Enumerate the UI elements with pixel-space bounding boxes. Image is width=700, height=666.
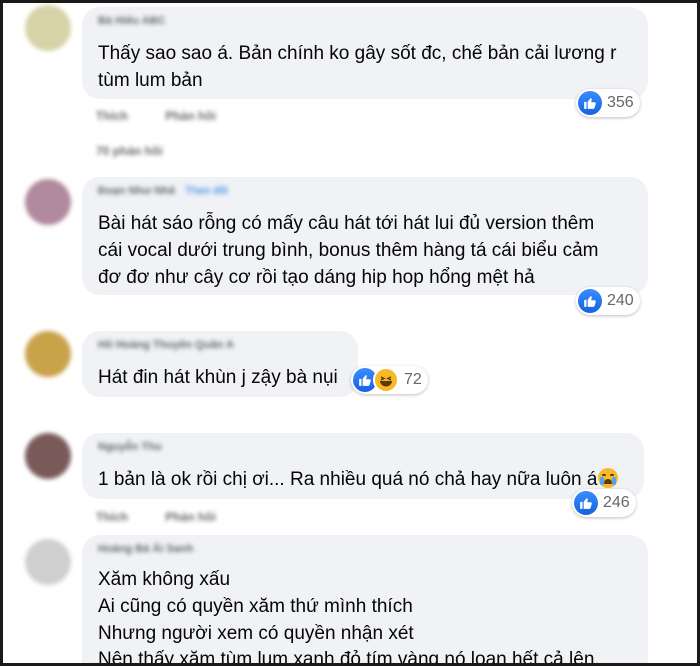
comment-bubble: Hoàng Bá Ái Sanh Xăm không xấu Ai cũng c…: [82, 535, 648, 666]
comment-author[interactable]: Bà Hiếu ABC: [98, 15, 165, 27]
comment-text-line: 1 bản là ok rồi chị ơi... Ra nhiều quá n…: [98, 467, 619, 493]
reaction-summary[interactable]: 356: [576, 89, 640, 117]
like-button[interactable]: Thích: [96, 109, 128, 123]
comment-actions: Thích Phản hồi: [96, 510, 250, 524]
like-icon: [578, 289, 602, 313]
comment-text-line: Hát đin hát khùn j zậy bà nụi: [98, 367, 338, 388]
reply-button[interactable]: Phản hồi: [165, 109, 216, 123]
reaction-summary[interactable]: 240: [576, 287, 640, 315]
comment-text: 1 bản là ok rồi chị ơi... Ra nhiều quá n…: [98, 469, 598, 490]
comment-thread: Bà Hiếu ABC Thấy sao sao á. Bản chính ko…: [0, 0, 700, 666]
reaction-summary[interactable]: 72: [351, 366, 428, 394]
comment-text-line: Bài hát sáo rỗng có mấy câu hát tới hát …: [98, 213, 595, 234]
like-icon: [578, 91, 602, 115]
reaction-count: 356: [607, 94, 634, 111]
comment-text-line: cái vocal dưới trung bình, bonus thêm hà…: [98, 240, 599, 261]
haha-icon: [373, 367, 399, 393]
comment-author[interactable]: Hồ Hoàng Thuyên Quân A: [98, 339, 234, 351]
like-button[interactable]: Thích: [96, 510, 128, 524]
comment-actions: Thích Phản hồi: [96, 109, 250, 123]
reaction-summary[interactable]: 246: [572, 489, 636, 517]
avatar[interactable]: [25, 179, 71, 225]
comment-text-line: Nhưng người xem có quyền nhận xét: [98, 623, 414, 644]
follow-link[interactable]: Theo dõi: [185, 185, 228, 197]
comment-text-line: Thấy sao sao á. Bản chính ko gây sốt đc,…: [98, 43, 617, 64]
comment-bubble: Nguyễn Thu 1 bản là ok rồi chị ơi... Ra …: [82, 433, 644, 499]
comment-text-line: Xăm không xấu: [98, 569, 231, 590]
comment-bubble: Hồ Hoàng Thuyên Quân A Hát đin hát khùn …: [82, 331, 358, 397]
like-icon: [574, 491, 598, 515]
comment-text-line: Nên thấy xăm tùm lum xanh đỏ tím vàng nó…: [98, 649, 600, 666]
view-replies-link[interactable]: 70 phản hồi: [96, 144, 163, 158]
comment-text-line: Ai cũng có quyền xăm thứ mình thích: [98, 596, 413, 617]
comment-author[interactable]: Hoàng Bá Ái Sanh: [98, 543, 193, 555]
comment-text-line: tùm lum bản: [98, 70, 203, 91]
avatar[interactable]: [25, 433, 71, 479]
comment-bubble: Bà Hiếu ABC Thấy sao sao á. Bản chính ko…: [82, 7, 648, 99]
reaction-count: 240: [607, 292, 634, 309]
avatar[interactable]: [25, 331, 71, 377]
comment-bubble: Đoạn Như Nhã Theo dõi Bài hát sáo rỗng có…: [82, 177, 648, 295]
reaction-count: 72: [404, 371, 422, 388]
crying-emoji-icon: [598, 468, 619, 488]
avatar[interactable]: [25, 5, 71, 51]
comment-author[interactable]: Đoạn Như Nhã Theo dõi: [98, 185, 228, 197]
reaction-count: 246: [603, 494, 630, 511]
comment-text-line: đơ đơ như cây cơ rồi tạo dáng hip hop hổ…: [98, 267, 535, 288]
avatar[interactable]: [25, 539, 71, 585]
reply-button[interactable]: Phản hồi: [165, 510, 216, 524]
comment-author[interactable]: Nguyễn Thu: [98, 441, 162, 453]
